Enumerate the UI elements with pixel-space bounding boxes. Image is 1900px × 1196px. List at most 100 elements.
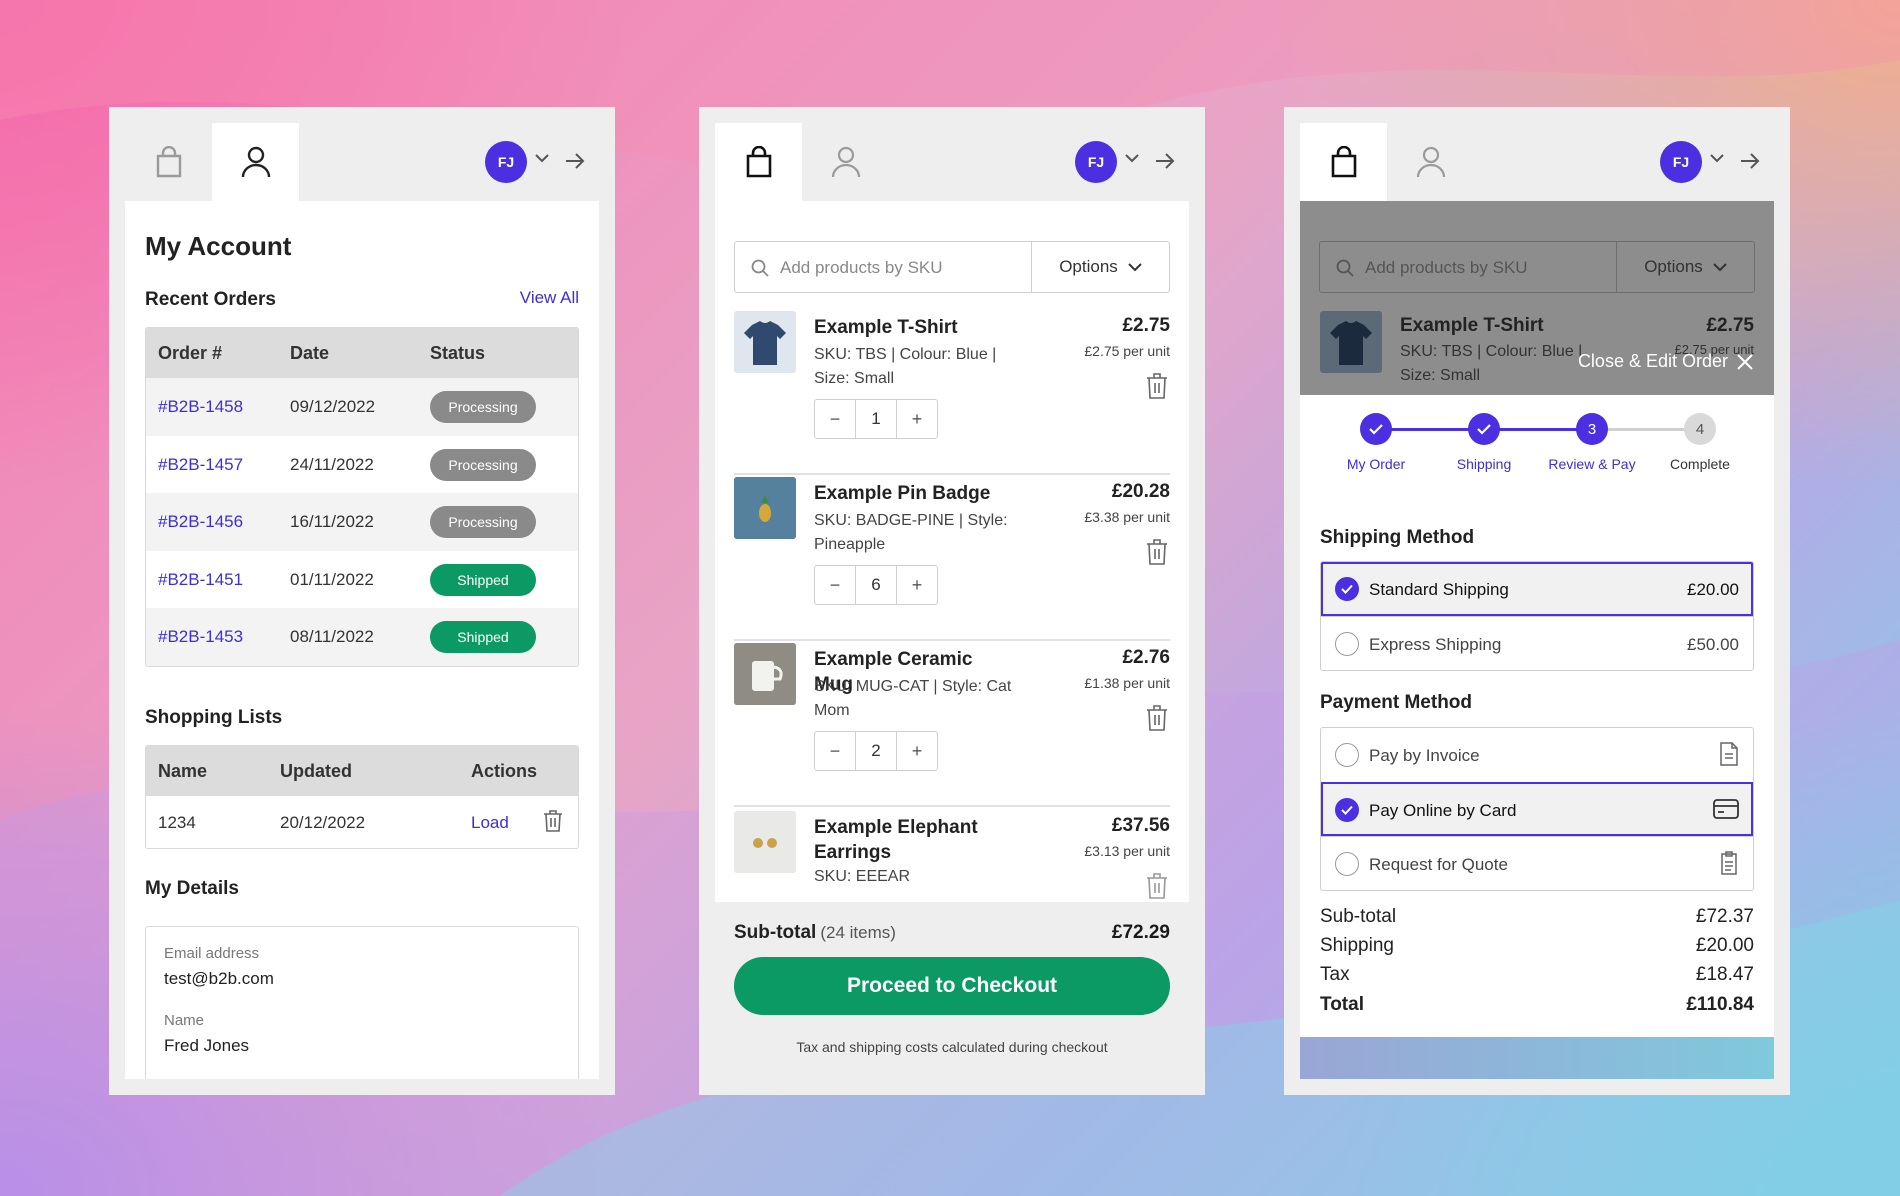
radio-unchecked[interactable]	[1335, 852, 1359, 876]
avatar[interactable]: FJ	[1075, 141, 1117, 183]
radio-checked[interactable]	[1335, 577, 1359, 601]
credit-card-icon	[1713, 799, 1739, 819]
arrow-right-icon[interactable]	[565, 151, 585, 171]
item-price: £2.75	[1122, 315, 1170, 336]
search-input: Add products by SKU	[1365, 258, 1528, 277]
page-title: My Account	[145, 231, 292, 261]
shipping-label: Standard Shipping	[1369, 580, 1509, 599]
shipping-option-express[interactable]: Express Shipping £50.00	[1321, 616, 1753, 670]
radio-unchecked[interactable]	[1335, 743, 1359, 767]
summary-value: £18.47	[1695, 964, 1754, 985]
item-name: Example T-Shirt	[1400, 315, 1544, 336]
tab-cart[interactable]	[125, 123, 212, 201]
close-edit-order-button[interactable]: Close & Edit Order	[1578, 351, 1754, 372]
quantity-stepper: − 1 +	[814, 399, 938, 439]
payment-option-quote[interactable]: Request for Quote	[1321, 836, 1753, 890]
name-value: Fred Jones	[164, 1036, 250, 1055]
status-badge: Processing	[430, 506, 536, 538]
user-icon	[831, 146, 860, 178]
decrement-button[interactable]: −	[815, 566, 855, 604]
quantity-input[interactable]: 6	[855, 566, 897, 604]
order-link[interactable]: #B2B-1458	[158, 397, 243, 417]
list-name: 1234	[158, 813, 196, 832]
summary-label: Tax	[1320, 964, 1350, 985]
chevron-down-icon[interactable]	[1125, 153, 1139, 163]
increment-button[interactable]: +	[897, 400, 937, 438]
decrement-button[interactable]: −	[815, 732, 855, 770]
proceed-to-checkout-button[interactable]: Proceed to Checkout	[734, 957, 1170, 1015]
top-bar: FJ	[715, 123, 1189, 201]
payment-method-heading: Payment Method	[1320, 692, 1473, 713]
order-link[interactable]: #B2B-1457	[158, 455, 243, 475]
step-review-pay[interactable]: 3 Review & Pay	[1532, 413, 1652, 472]
checkout-note: Tax and shipping costs calculated during…	[796, 1039, 1108, 1055]
options-label: Options	[1644, 257, 1703, 276]
options-dropdown: Options	[1616, 242, 1754, 292]
tab-cart[interactable]	[715, 123, 802, 201]
email-label: Email address	[164, 945, 260, 962]
order-date: 24/11/2022	[290, 454, 374, 474]
tab-account[interactable]	[1387, 123, 1474, 201]
quantity-input[interactable]: 1	[855, 400, 897, 438]
radio-unchecked[interactable]	[1335, 632, 1359, 656]
trash-icon[interactable]	[1146, 373, 1168, 399]
trash-icon[interactable]	[543, 810, 563, 832]
summary-label: Total	[1320, 994, 1364, 1015]
account-content: My Account Recent Orders View All Order …	[125, 201, 599, 1079]
summary-label: Sub-total	[1320, 906, 1397, 927]
tab-cart[interactable]	[1300, 123, 1387, 201]
product-image	[1320, 311, 1382, 373]
table-row: #B2B-1458 09/12/2022 Processing	[146, 378, 578, 436]
subtotal-label: Sub-total (24 items)	[734, 922, 896, 944]
avatar[interactable]: FJ	[485, 141, 527, 183]
order-link[interactable]: #B2B-1456	[158, 512, 243, 532]
step-shipping[interactable]: Shipping	[1424, 413, 1544, 472]
subtotal-text: Sub-total	[734, 922, 817, 943]
payment-option-card[interactable]: Pay Online by Card	[1321, 782, 1753, 836]
chevron-down-icon[interactable]	[1710, 153, 1724, 163]
payment-label: Pay by Invoice	[1369, 746, 1480, 765]
chevron-down-icon[interactable]	[535, 153, 549, 163]
top-bar: FJ	[125, 123, 599, 201]
view-all-link[interactable]: View All	[520, 288, 579, 308]
arrow-right-icon[interactable]	[1155, 151, 1175, 171]
close-edit-label: Close & Edit Order	[1577, 351, 1728, 371]
bottom-strip	[1300, 1037, 1774, 1079]
step-label: Shipping	[1456, 456, 1512, 472]
item-unit-price: £2.75 per unit	[1084, 343, 1170, 359]
trash-icon[interactable]	[1146, 539, 1168, 565]
trash-icon[interactable]	[1146, 873, 1168, 899]
shipping-price: £50.00	[1687, 635, 1739, 654]
item-size: Size: Small	[1400, 367, 1481, 384]
order-link[interactable]: #B2B-1451	[158, 570, 243, 590]
options-dropdown[interactable]: Options	[1031, 242, 1169, 292]
payment-option-invoice[interactable]: Pay by Invoice	[1321, 728, 1753, 782]
orders-table-body: #B2B-1458 09/12/2022 Processing #B2B-145…	[146, 378, 578, 666]
increment-button[interactable]: +	[897, 732, 937, 770]
arrow-right-icon[interactable]	[1740, 151, 1760, 171]
product-image	[734, 811, 796, 873]
product-image	[734, 643, 796, 705]
radio-checked[interactable]	[1335, 798, 1359, 822]
order-link[interactable]: #B2B-1453	[158, 627, 243, 647]
table-row: 1234 20/12/2022 Load	[146, 796, 578, 848]
load-link[interactable]: Load	[471, 813, 509, 833]
item-price: £2.75	[1706, 315, 1754, 336]
item-sku: SKU: TBS | Colour: Blue | Size: Small	[814, 346, 997, 387]
shipping-method-heading: Shipping Method	[1320, 527, 1475, 548]
increment-button[interactable]: +	[897, 566, 937, 604]
decrement-button[interactable]: −	[815, 400, 855, 438]
divider	[734, 805, 1170, 807]
account-panel: FJ My Account Recent Orders View All Ord…	[109, 107, 615, 1095]
trash-icon[interactable]	[1146, 705, 1168, 731]
tab-account[interactable]	[212, 123, 299, 201]
search-input[interactable]: Add products by SKU	[780, 258, 943, 278]
list-updated: 20/12/2022	[280, 813, 366, 832]
step-my-order[interactable]: My Order	[1316, 413, 1436, 472]
chevron-down-icon	[1128, 263, 1142, 272]
avatar[interactable]: FJ	[1660, 141, 1702, 183]
shipping-option-standard[interactable]: Standard Shipping £20.00	[1321, 562, 1753, 616]
tab-account[interactable]	[802, 123, 889, 201]
item-name: Example T-Shirt	[814, 317, 958, 338]
quantity-input[interactable]: 2	[855, 732, 897, 770]
